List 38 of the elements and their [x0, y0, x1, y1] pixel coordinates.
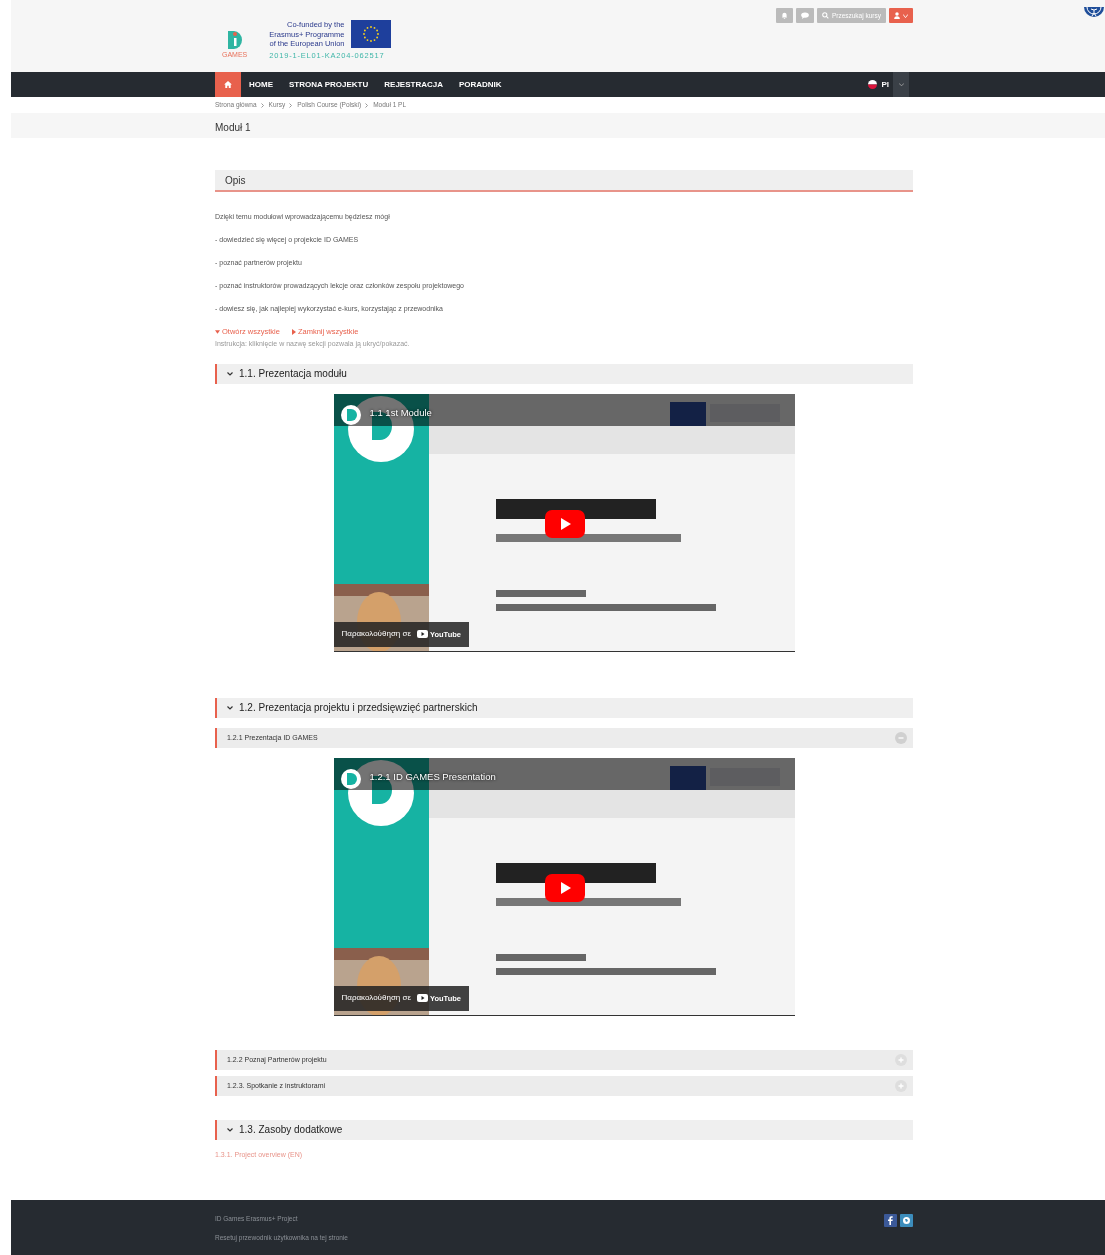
section-header[interactable]: 1.1. Prezentacja modułu: [215, 363, 913, 384]
user-menu-button[interactable]: [889, 8, 913, 23]
section-header[interactable]: 1.2. Prezentacja projektu i przedsięwzięć partnerskich: [215, 697, 913, 718]
caret-icon: [903, 13, 908, 18]
chevron-icon: [227, 705, 233, 710]
nav-link[interactable]: STRONA PROJEKTU: [281, 72, 377, 97]
youtube-logo-icon: [417, 994, 428, 1003]
chat-icon: [800, 12, 809, 19]
home-button[interactable]: [215, 72, 241, 97]
caret-icon: [291, 328, 296, 335]
separator-icon: [365, 102, 370, 108]
globe-icon[interactable]: [900, 1213, 913, 1227]
youtube-logo-icon: [417, 630, 428, 639]
chevron-icon: [227, 1127, 233, 1132]
nav-link[interactable]: PORADNIK: [450, 72, 510, 97]
facebook-icon[interactable]: [884, 1213, 897, 1227]
home-icon: [224, 81, 232, 88]
separator-icon: [260, 102, 265, 108]
logo-icon: [226, 30, 243, 51]
search-icon: [821, 12, 829, 19]
page-title: Moduł 1: [215, 121, 251, 133]
channel-avatar-icon[interactable]: [340, 768, 361, 789]
nav-link[interactable]: HOME: [241, 72, 281, 97]
flag-icon: [868, 80, 878, 89]
panel-heading: Opis: [215, 170, 913, 192]
chevron-icon: [227, 371, 233, 376]
accessibility-icon[interactable]: [1083, 6, 1105, 19]
nav-link[interactable]: REJESTRACJA: [376, 72, 451, 97]
eu-flag-icon: [350, 20, 391, 48]
video-title[interactable]: 1.1 1st Module: [369, 405, 432, 420]
section-header[interactable]: 1.3. Zasoby dodatkowe: [215, 1119, 913, 1140]
bell-icon: [780, 12, 788, 19]
channel-avatar-icon[interactable]: [340, 404, 361, 425]
separator-icon: [289, 102, 294, 108]
user-icon: [894, 12, 900, 19]
caret-icon: [215, 329, 220, 334]
language-selector[interactable]: Pl: [864, 72, 913, 97]
caret-icon: [898, 82, 904, 87]
